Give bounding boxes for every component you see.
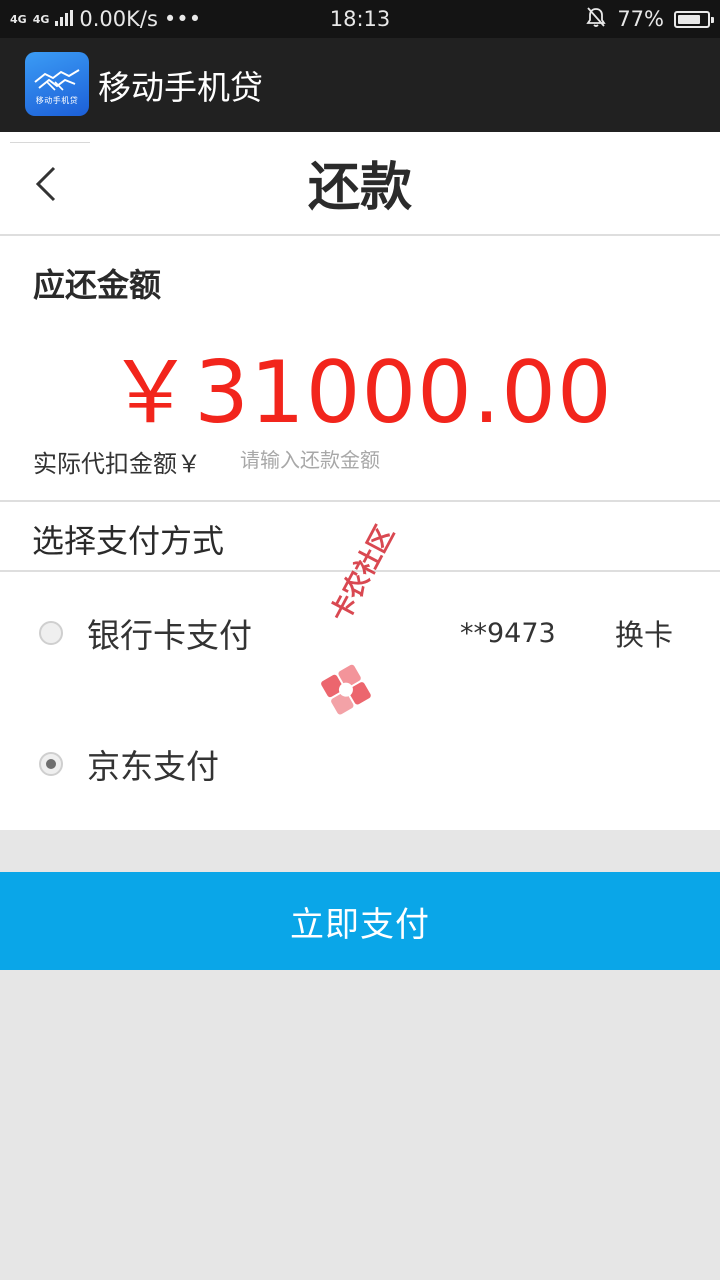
app-logo-text: 移动手机贷	[35, 96, 79, 105]
amount-section: 应还金额 ￥31000.00 实际代扣金额￥	[0, 236, 720, 502]
handshake-icon	[34, 69, 80, 91]
status-bar-right: 77%	[585, 0, 714, 38]
network-type: 4G	[10, 14, 27, 25]
app-logo: 移动手机贷	[25, 52, 89, 116]
network-type-label: 4G	[10, 12, 27, 26]
mute-bell-icon	[585, 6, 607, 33]
payment-options: 银行卡支付 **9473 换卡 京东支付	[0, 572, 720, 830]
option-bank-card[interactable]: 银行卡支付 **9473 换卡	[0, 578, 720, 688]
signal-icon	[55, 7, 74, 31]
battery-icon	[674, 10, 714, 28]
option-jd-pay[interactable]: 京东支付	[0, 709, 720, 819]
radio-jd-pay[interactable]	[39, 752, 63, 776]
battery-fill	[678, 14, 700, 24]
status-bar-left: 4G 4G 0.00K/s •••	[10, 0, 201, 38]
battery-percent: 77%	[617, 7, 664, 31]
amount-due-label: 应还金额	[33, 266, 162, 304]
pay-now-button[interactable]: 立即支付	[0, 872, 720, 970]
radio-bank-card[interactable]	[39, 621, 63, 645]
page-title: 还款	[307, 157, 412, 218]
payment-method-title: 选择支付方式	[32, 522, 225, 560]
header-divider	[10, 142, 90, 143]
status-bar: 4G 4G 0.00K/s ••• 18:13 77%	[0, 0, 720, 38]
network-type-label-secondary: 4G	[32, 12, 50, 26]
option-bank-card-label: 银行卡支付	[87, 616, 252, 655]
card-number: **9473	[460, 617, 556, 649]
amount-due-value: ￥31000.00	[107, 343, 613, 443]
app-bar: 移动手机贷 移动手机贷	[0, 38, 720, 132]
network-speed: 0.00K/s	[79, 7, 158, 31]
payment-method-header: 选择支付方式	[0, 502, 720, 572]
option-jd-pay-label: 京东支付	[87, 747, 219, 786]
more-notifications-icon: •••	[163, 7, 202, 31]
app-title: 移动手机贷	[98, 68, 263, 107]
page-header: 还款	[0, 132, 720, 236]
network-type-secondary: 4G	[33, 14, 50, 25]
repayment-amount-input[interactable]	[240, 442, 640, 478]
change-card-button[interactable]: 换卡	[615, 578, 673, 688]
actual-deduct-label: 实际代扣金额￥	[33, 450, 201, 478]
